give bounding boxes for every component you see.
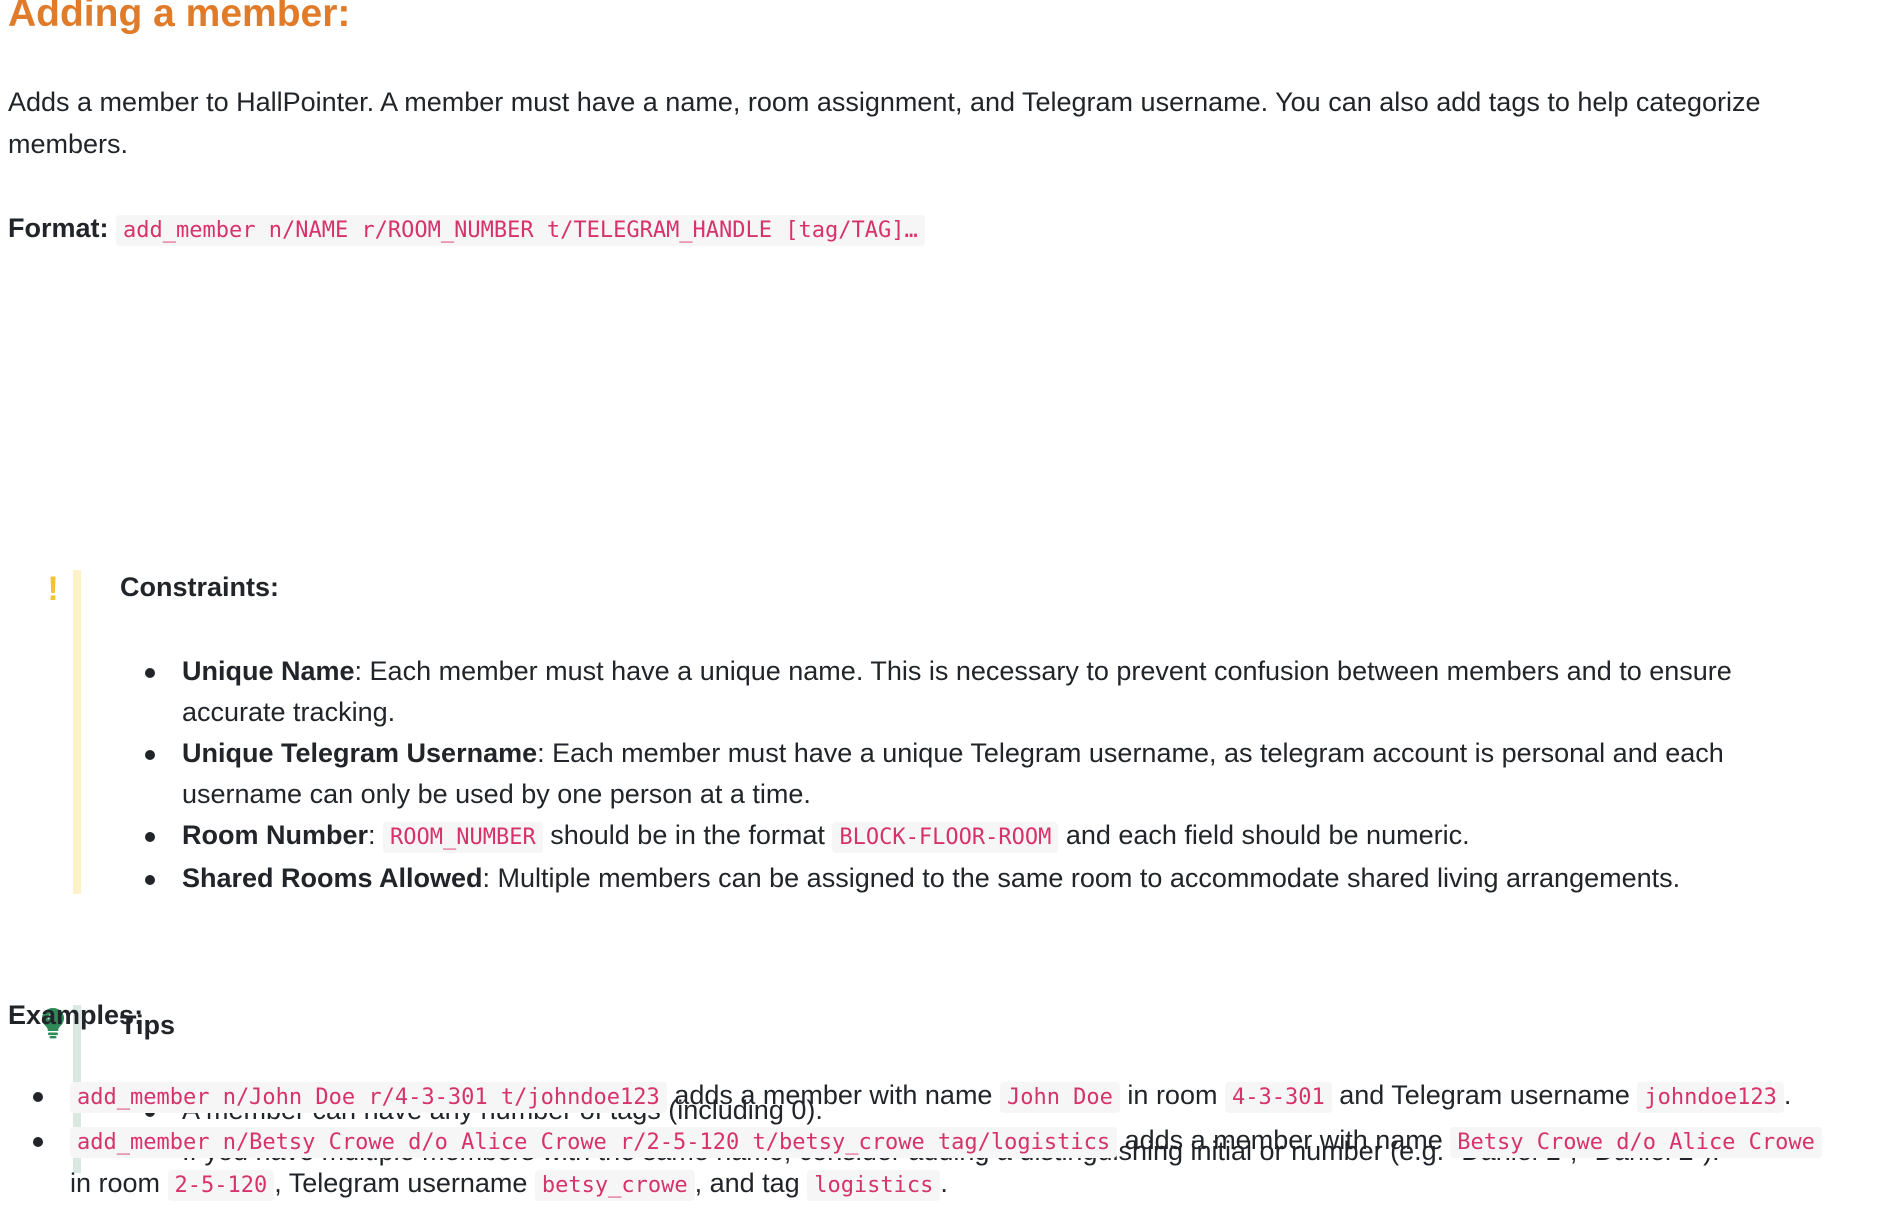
document-page: Adding a member: Adds a member to HallPo… (0, 0, 1860, 1201)
inline-code: BLOCK-FLOOR-ROOM (832, 822, 1059, 853)
format-code: add_member n/NAME r/ROOM_NUMBER t/TELEGR… (116, 215, 925, 246)
inline-code: ROOM_NUMBER (383, 822, 543, 853)
format-line: Format: add_member n/NAME r/ROOM_NUMBER … (8, 207, 1860, 252)
example-command: add_member n/John Doe r/4-3-301 t/johndo… (70, 1082, 667, 1113)
constraint-term: Unique Telegram Username (182, 738, 538, 768)
example-command: add_member n/Betsy Crowe d/o Alice Crowe… (70, 1127, 1118, 1158)
inline-code: Betsy Crowe d/o Alice Crowe (1450, 1127, 1822, 1158)
constraints-list: Unique Name: Each member must have a uni… (120, 651, 1822, 899)
intro-paragraph: Adds a member to HallPointer. A member m… (8, 87, 1761, 159)
format-label: Format: (8, 213, 109, 243)
examples-title: Examples: (8, 1000, 144, 1030)
inline-code: 4-3-301 (1224, 1082, 1332, 1113)
inline-code: johndoe123 (1637, 1082, 1784, 1113)
example-text: in room (70, 1168, 168, 1198)
example-text: , Telegram username (274, 1168, 535, 1198)
inline-code: logistics (807, 1170, 941, 1201)
constraint-sep: : (368, 820, 384, 850)
constraint-desc: and each field should be numeric. (1058, 820, 1470, 850)
constraints-title: Constraints: (120, 572, 280, 602)
page-title: Adding a member: (8, 0, 351, 35)
constraint-desc: : Multiple members can be assigned to th… (482, 863, 1681, 893)
example-text: and Telegram username (1331, 1080, 1638, 1110)
inline-code: betsy_crowe (534, 1170, 695, 1201)
constraint-term: Room Number (182, 820, 369, 850)
inline-code: 2-5-120 (167, 1170, 275, 1201)
examples-list: add_member n/John Doe r/4-3-301 t/johndo… (8, 1075, 1830, 1206)
example-text: , and tag (694, 1168, 808, 1198)
list-item: add_member n/Betsy Crowe d/o Alice Crowe… (33, 1120, 1830, 1206)
list-item: Shared Rooms Allowed: Multiple members c… (145, 858, 1822, 899)
example-text: adds a member with name (666, 1080, 1000, 1110)
example-text: in room (1119, 1080, 1225, 1110)
list-item: Room Number: ROOM_NUMBER should be in th… (145, 815, 1822, 858)
constraint-term: Unique Name (182, 656, 355, 686)
constraint-term: Shared Rooms Allowed (182, 863, 483, 893)
constraint-desc: : Each member must have a unique name. T… (182, 656, 1732, 727)
list-item: Unique Telegram Username: Each member mu… (145, 733, 1822, 815)
constraints-accent-bar (73, 570, 81, 894)
example-text: adds a member with name (1117, 1125, 1451, 1155)
inline-code: John Doe (999, 1082, 1120, 1113)
constraint-desc: should be in the format (542, 820, 833, 850)
example-text: . (1783, 1080, 1792, 1110)
list-item: Unique Name: Each member must have a uni… (145, 651, 1822, 733)
example-text: . (940, 1168, 948, 1198)
list-item: add_member n/John Doe r/4-3-301 t/johndo… (33, 1075, 1830, 1118)
exclamation-icon: ! (47, 570, 59, 608)
